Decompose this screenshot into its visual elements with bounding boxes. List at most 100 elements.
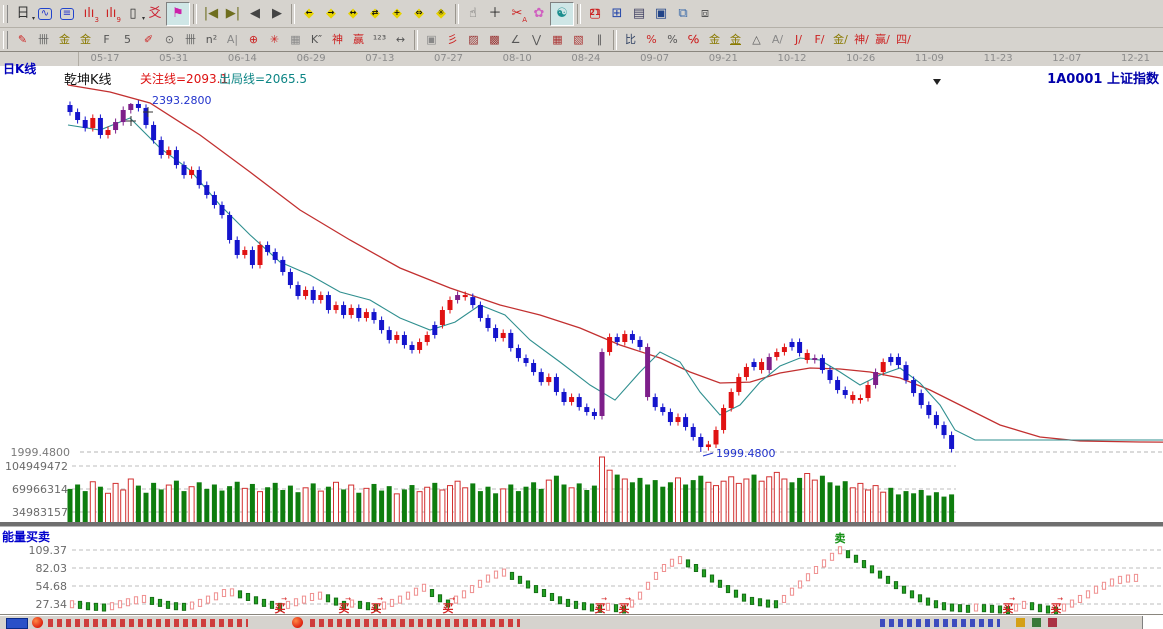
shen-tool-icon[interactable]: 神 [327, 30, 348, 50]
status-mini-icon[interactable] [1032, 618, 1041, 627]
box-anchor-icon[interactable]: ▣ [421, 30, 442, 50]
date-tick: 09-21 [708, 53, 738, 64]
calculator-icon[interactable]: ⊞ [606, 3, 628, 25]
ruler-123-icon[interactable]: ¹²³ [369, 30, 390, 50]
diamond-plus-icon[interactable]: ◆ + [386, 3, 408, 25]
diamond-stretch-icon[interactable]: ◆ ⇔ [408, 3, 430, 25]
copy-screen-icon[interactable]: ⧉ [672, 3, 694, 25]
gann-grid-icon[interactable]: ▦ [285, 30, 306, 50]
n-square-icon[interactable]: n² [201, 30, 222, 50]
ying-tool-icon[interactable]: 赢 [348, 30, 369, 50]
bars-3-icon[interactable]: ılı 3 [78, 3, 100, 25]
zigzag-chart-icon[interactable]: ∿ [34, 3, 56, 25]
ray-fan-icon[interactable]: 彡 [442, 30, 463, 50]
ying-diagonal-icon[interactable]: 赢/ [872, 30, 893, 50]
gold-bands-icon[interactable]: 金 [725, 30, 746, 50]
window-layout-icon[interactable]: 日 ▾ [12, 3, 35, 25]
status-mini-icon[interactable] [1016, 618, 1025, 627]
f-diagonal-icon[interactable]: F/ [809, 30, 830, 50]
low-price-label: 1999.4800 [716, 447, 776, 460]
golden-channel-icon[interactable]: 金 [75, 30, 96, 50]
status-alert-icon[interactable] [292, 617, 303, 628]
sell-marker: 卖 [835, 531, 846, 545]
four-diagonal-icon[interactable]: 四/ [893, 30, 914, 50]
pink-shape-tool-icon[interactable]: ✿ [528, 3, 550, 25]
percent-zone-icon[interactable]: % [641, 30, 662, 50]
percent-icon[interactable]: % [662, 30, 683, 50]
kline-chart-svg[interactable]: 104949472 69966314 34983157 109.37 82.03 54.6… [0, 66, 1163, 615]
cut-annotation-icon[interactable]: ✂ A [506, 3, 528, 25]
toolbar-grip[interactable] [3, 4, 8, 23]
crosshair-tool-icon[interactable]: ＋ [484, 3, 506, 25]
candles-group [67, 100, 955, 453]
brush-red-icon[interactable]: ✎ [12, 30, 33, 50]
skip-last-icon[interactable]: ▶| [222, 3, 244, 25]
width-measure-icon[interactable]: ↔ [390, 30, 411, 50]
volume-bars-group [67, 456, 955, 524]
oscillator-axis-label: 54.68 [36, 580, 68, 593]
shen-diagonal-icon[interactable]: 神/ [851, 30, 872, 50]
gold-diagonal-icon[interactable]: 金/ [830, 30, 851, 50]
buy-marker: 买 [619, 602, 630, 615]
step-back-icon[interactable]: ◀ [244, 3, 266, 25]
k-note-icon[interactable]: K″ [306, 30, 327, 50]
status-alert-icon[interactable] [32, 617, 43, 628]
gann-box-2-icon[interactable]: ▩ [484, 30, 505, 50]
bars-9-icon[interactable]: ılı 9 [100, 3, 122, 25]
v-bottom-icon[interactable]: ⋁ [526, 30, 547, 50]
qiankun-tool-icon[interactable]: ☯ [550, 1, 574, 26]
info-list-icon[interactable]: ≡ [56, 3, 78, 25]
skip-first-icon[interactable]: |◀ [200, 3, 222, 25]
five-wave-icon[interactable]: 5 [117, 30, 138, 50]
grid-tool-icon[interactable]: 卌 [33, 30, 54, 50]
gann-box-icon[interactable]: ▨ [463, 30, 484, 50]
pane-divider[interactable] [0, 522, 1163, 527]
status-mini-icon[interactable] [1048, 618, 1057, 627]
toolbar-grip[interactable] [3, 30, 8, 49]
diamond-hexpand-icon[interactable]: ◆ ↔ [342, 3, 364, 25]
cycle-circle-icon[interactable]: ⊙ [159, 30, 180, 50]
flag-multi-icon[interactable]: ⚑ [166, 1, 190, 26]
compare-bars-icon[interactable]: 比 [620, 30, 641, 50]
diamond-swap-icon[interactable]: ◆ ⇄ [364, 3, 386, 25]
hand-tool-icon[interactable]: ☝ [462, 3, 484, 25]
marker-triangle [933, 79, 941, 85]
golden-section-icon[interactable]: 金 [54, 30, 75, 50]
percent-lines-icon[interactable]: ℅ [683, 30, 704, 50]
speed-line-icon[interactable]: △ [746, 30, 767, 50]
diamond-right-icon[interactable]: ◆ → [320, 3, 342, 25]
target-cross-icon[interactable]: ⊕ [243, 30, 264, 50]
status-resize-box[interactable] [1142, 616, 1163, 629]
fibonacci-f-icon[interactable]: F [96, 30, 117, 50]
printer-icon[interactable]: ⧈ [694, 3, 716, 25]
save-floppy-icon[interactable]: ▣ [650, 3, 672, 25]
pattern-red-icon[interactable]: 爻 [144, 3, 166, 25]
calendar-21-icon[interactable]: ▢ 21 [584, 3, 606, 25]
date-tick: 05-31 [159, 53, 189, 64]
grid-2-icon[interactable]: 卌 [180, 30, 201, 50]
status-window-icon[interactable] [6, 618, 28, 629]
a-angle-icon[interactable]: A/ [767, 30, 788, 50]
grid-arrow-icon[interactable]: ▧ [568, 30, 589, 50]
buy-marker: 买 [339, 602, 350, 615]
diamond-star-icon[interactable]: ◆ ✳ [430, 3, 452, 25]
a-line-icon[interactable]: A| [222, 30, 243, 50]
parallel-lines-icon[interactable]: ∥ [589, 30, 610, 50]
volume-axis-label: 69966314 [12, 483, 68, 496]
notepad-icon[interactable]: ▤ [628, 3, 650, 25]
axis-divider [78, 52, 79, 66]
diamond-left-icon[interactable]: ◆ ← [298, 3, 320, 25]
gold-circle-icon[interactable]: 金 [704, 30, 725, 50]
toolbar-separator [193, 3, 197, 24]
date-tick: 05-17 [90, 53, 120, 64]
j-diagonal-icon[interactable]: J/ [788, 30, 809, 50]
price-grid-icon[interactable]: ▦ [547, 30, 568, 50]
star-rays-icon[interactable]: ✳ [264, 30, 285, 50]
angle-lines-icon[interactable]: ∠ [505, 30, 526, 50]
step-forward-icon[interactable]: ▶ [266, 3, 288, 25]
oscillator-axis-label: 27.34 [36, 598, 68, 611]
candle-style-icon[interactable]: ▯ ▾ [122, 3, 145, 25]
low-label-connector [702, 452, 714, 457]
brush-2-icon[interactable]: ✐ [138, 30, 159, 50]
chart-area[interactable]: 104949472 69966314 34983157 109.37 82.03 54.6… [0, 62, 1163, 615]
